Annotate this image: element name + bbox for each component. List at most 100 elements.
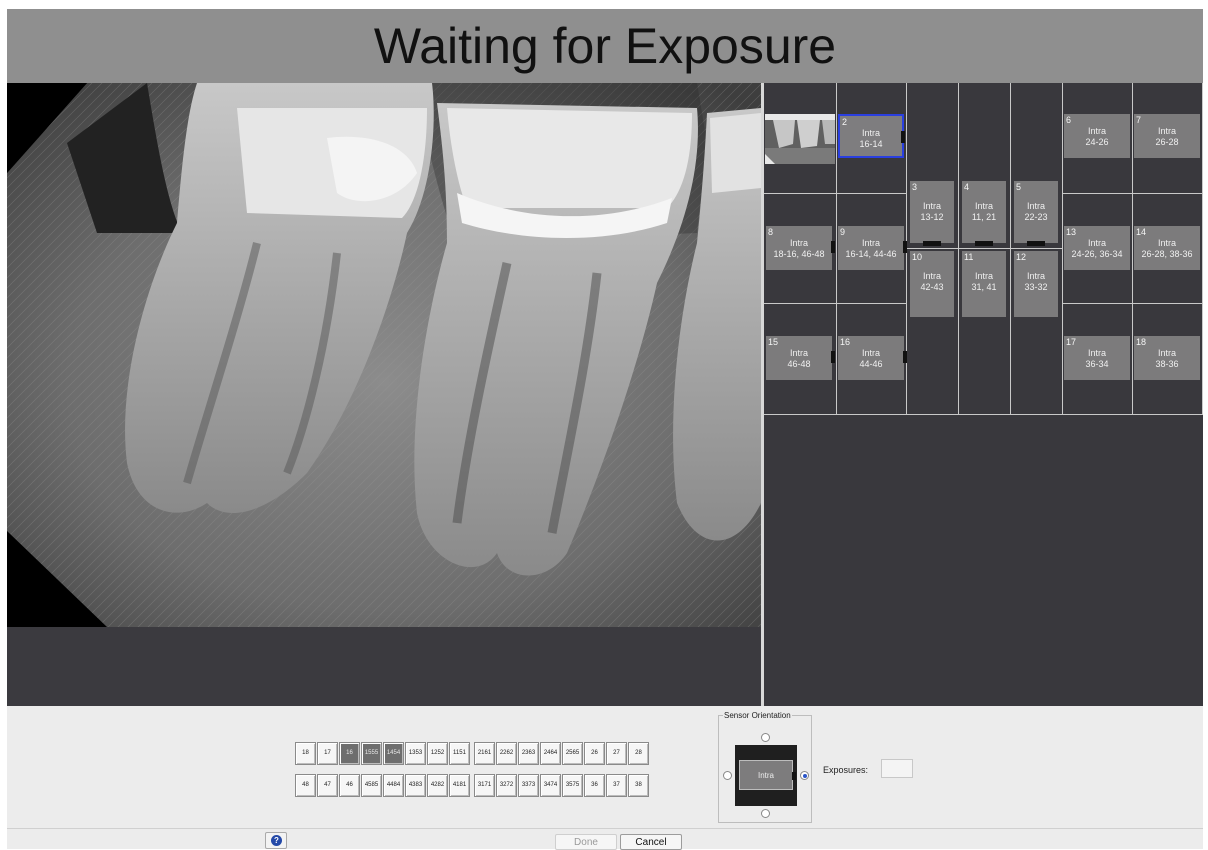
mount-slot-13[interactable]: 13 Intra 24-26, 36-34 bbox=[1064, 226, 1130, 270]
mount-slot-2[interactable]: 2 Intra 16-14 bbox=[838, 114, 905, 158]
tooth-number: 18 bbox=[302, 750, 309, 756]
mount-slot-15[interactable]: 15 Intra 46-48 bbox=[766, 336, 835, 380]
mount-slot-12[interactable]: 12 Intra 33-32 bbox=[1014, 251, 1058, 317]
tooth-number: 41 bbox=[452, 782, 460, 788]
tooth-button-35[interactable]: 35 75 bbox=[562, 774, 583, 797]
tooth-button-48[interactable]: 48 bbox=[295, 774, 316, 797]
mount-slot-7[interactable]: 7 Intra 26-28 bbox=[1134, 114, 1200, 158]
deciduous-tooth-number: 74 bbox=[550, 782, 558, 788]
tooth-button-38[interactable]: 38 bbox=[628, 774, 649, 797]
tooth-number: 14 bbox=[386, 750, 394, 756]
tooth-number: 16 bbox=[346, 750, 353, 756]
tooth-number: 33 bbox=[521, 782, 529, 788]
tooth-button-42[interactable]: 42 82 bbox=[427, 774, 448, 797]
orientation-bottom-radio[interactable] bbox=[761, 809, 770, 818]
tooth-button-46[interactable]: 46 bbox=[339, 774, 360, 797]
tooth-button-41[interactable]: 41 81 bbox=[449, 774, 470, 797]
mount-slot-14[interactable]: 14 Intra 26-28, 38-36 bbox=[1134, 226, 1200, 270]
mount-slot-4[interactable]: 4 Intra 11, 21 bbox=[962, 181, 1006, 246]
orientation-left-radio[interactable] bbox=[723, 771, 732, 780]
deciduous-tooth-number: 83 bbox=[415, 782, 423, 788]
tooth-button-17[interactable]: 17 bbox=[317, 742, 338, 765]
tooth-button-13[interactable]: 13 53 bbox=[405, 742, 426, 765]
orientation-right-radio[interactable] bbox=[800, 771, 809, 780]
exposures-label: Exposures: bbox=[823, 765, 869, 775]
deciduous-tooth-number: 82 bbox=[437, 782, 445, 788]
tooth-button-44[interactable]: 44 84 bbox=[383, 774, 404, 797]
sensor-tab-marker bbox=[903, 351, 907, 363]
tooth-button-15[interactable]: 15 55 bbox=[361, 742, 382, 765]
tooth-button-25[interactable]: 25 65 bbox=[562, 742, 583, 765]
mount-slot-9[interactable]: 9 Intra 16-14, 44-46 bbox=[838, 226, 907, 270]
help-icon: ? bbox=[271, 835, 282, 846]
sensor-orientation-legend: Sensor Orientation bbox=[723, 711, 792, 720]
help-button[interactable]: ? bbox=[265, 832, 287, 849]
sensor-tab-marker bbox=[831, 351, 835, 363]
deciduous-tooth-number: 61 bbox=[484, 750, 492, 756]
tooth-button-36[interactable]: 36 bbox=[584, 774, 605, 797]
mount-slot-11[interactable]: 11 Intra 31, 41 bbox=[962, 251, 1006, 317]
tooth-button-16[interactable]: 16 bbox=[339, 742, 360, 765]
done-button[interactable]: Done bbox=[555, 834, 617, 850]
deciduous-tooth-number: 54 bbox=[393, 750, 401, 756]
footer-bar: ? Done Cancel bbox=[7, 828, 1203, 850]
tooth-button-27[interactable]: 27 bbox=[606, 742, 627, 765]
mount-slot-6[interactable]: 6 Intra 24-26 bbox=[1064, 114, 1130, 158]
tooth-button-47[interactable]: 47 bbox=[317, 774, 338, 797]
tooth-button-14[interactable]: 14 54 bbox=[383, 742, 404, 765]
tooth-number: 26 bbox=[591, 750, 598, 756]
acquired-image-thumbnail[interactable] bbox=[765, 114, 835, 164]
tooth-number: 24 bbox=[543, 750, 551, 756]
tooth-button-11[interactable]: 11 51 bbox=[449, 742, 470, 765]
tooth-button-12[interactable]: 12 52 bbox=[427, 742, 448, 765]
mount-slot-17[interactable]: 17 Intra 36-34 bbox=[1064, 336, 1130, 380]
tooth-button-18[interactable]: 18 bbox=[295, 742, 316, 765]
tooth-number: 31 bbox=[477, 782, 485, 788]
tooth-number: 37 bbox=[613, 782, 620, 788]
deciduous-tooth-number: 71 bbox=[484, 782, 492, 788]
tooth-button-37[interactable]: 37 bbox=[606, 774, 627, 797]
xray-image-viewer[interactable] bbox=[7, 83, 761, 706]
deciduous-tooth-number: 72 bbox=[506, 782, 514, 788]
tooth-button-34[interactable]: 34 74 bbox=[540, 774, 561, 797]
tooth-button-23[interactable]: 23 63 bbox=[518, 742, 539, 765]
tooth-button-22[interactable]: 22 62 bbox=[496, 742, 517, 765]
exposures-field[interactable] bbox=[881, 759, 913, 778]
mount-slot-16[interactable]: 16 Intra 44-46 bbox=[838, 336, 907, 380]
deciduous-tooth-number: 53 bbox=[415, 750, 423, 756]
thumbnail-image bbox=[765, 114, 835, 164]
mount-slot-5[interactable]: 5 Intra 22-23 bbox=[1014, 181, 1058, 246]
tooth-number: 47 bbox=[324, 782, 331, 788]
cancel-button[interactable]: Cancel bbox=[620, 834, 682, 850]
tooth-number: 45 bbox=[364, 782, 372, 788]
xray-image bbox=[7, 83, 761, 706]
tooth-button-43[interactable]: 43 83 bbox=[405, 774, 426, 797]
status-title: Waiting for Exposure bbox=[373, 18, 837, 74]
sensor-tab-marker bbox=[901, 131, 905, 143]
tooth-button-32[interactable]: 32 72 bbox=[496, 774, 517, 797]
sensor-tab-marker bbox=[831, 241, 835, 253]
tooth-button-28[interactable]: 28 bbox=[628, 742, 649, 765]
tooth-number: 44 bbox=[386, 782, 394, 788]
tooth-button-26[interactable]: 26 bbox=[584, 742, 605, 765]
sensor-tab-marker bbox=[975, 241, 993, 246]
tooth-number: 48 bbox=[302, 782, 309, 788]
tooth-button-31[interactable]: 31 71 bbox=[474, 774, 495, 797]
tooth-number: 21 bbox=[477, 750, 485, 756]
sensor-preview-label: Intra bbox=[739, 760, 796, 790]
mount-slot-8[interactable]: 8 Intra 18-16, 46-48 bbox=[766, 226, 835, 270]
mount-slot-3[interactable]: 3 Intra 13-12 bbox=[910, 181, 954, 246]
sensor-tab-marker bbox=[792, 772, 796, 780]
tooth-number: 13 bbox=[408, 750, 416, 756]
grid-line bbox=[1062, 303, 1203, 304]
tooth-button-45[interactable]: 45 85 bbox=[361, 774, 382, 797]
grid-line bbox=[1202, 83, 1203, 414]
mount-slot-10[interactable]: 10 Intra 42-43 bbox=[910, 251, 954, 317]
mount-slot-18[interactable]: 18 Intra 38-36 bbox=[1134, 336, 1200, 380]
grid-line bbox=[1132, 83, 1133, 414]
tooth-button-33[interactable]: 33 73 bbox=[518, 774, 539, 797]
orientation-top-radio[interactable] bbox=[761, 733, 770, 742]
tooth-button-21[interactable]: 21 61 bbox=[474, 742, 495, 765]
deciduous-tooth-number: 55 bbox=[371, 750, 379, 756]
tooth-button-24[interactable]: 24 64 bbox=[540, 742, 561, 765]
